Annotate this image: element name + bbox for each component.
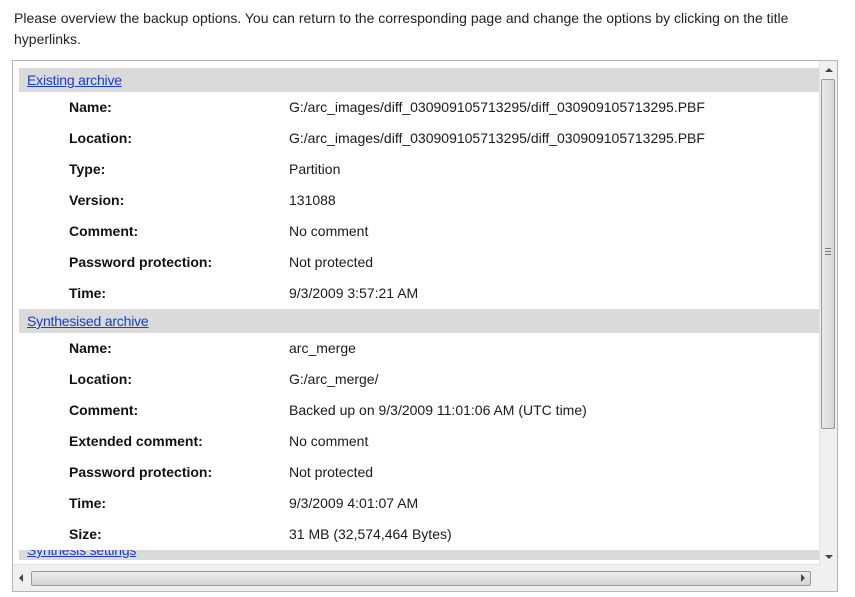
section-header-existing-archive: Existing archive — [19, 68, 821, 92]
detail-label: Location: — [69, 371, 132, 387]
grip-line — [825, 254, 831, 255]
section-header-synthesised-archive: Synthesised archive — [19, 309, 821, 333]
detail-value: G:/arc_images/diff_030909105713295/diff_… — [289, 130, 705, 146]
summary-panel: Existing archive Name: G:/arc_images/dif… — [12, 60, 838, 592]
vertical-scroll-thumb[interactable] — [821, 79, 835, 429]
grip-line — [825, 251, 831, 252]
detail-row: Password protection: Not protected — [13, 247, 821, 278]
detail-value: No comment — [289, 433, 369, 449]
horizontal-scroll-thumb[interactable] — [31, 571, 811, 586]
existing-archive-link[interactable]: Existing archive — [27, 72, 122, 88]
detail-row: Extended comment: No comment — [13, 426, 821, 457]
detail-value: 9/3/2009 3:57:21 AM — [289, 285, 419, 301]
detail-row: Name: arc_merge — [13, 333, 821, 364]
detail-row: Size: 31 MB (32,574,464 Bytes) — [13, 519, 821, 550]
detail-label: Type: — [69, 161, 106, 177]
scroll-left-button[interactable] — [13, 565, 30, 591]
detail-row: Location: G:/arc_merge/ — [13, 364, 821, 395]
synthesised-archive-link[interactable]: Synthesised archive — [27, 313, 149, 329]
down-arrow-icon — [825, 555, 833, 559]
detail-row: Type: Partition — [13, 154, 821, 185]
grip-line — [825, 248, 831, 249]
detail-value: Partition — [289, 161, 341, 177]
detail-label: Comment: — [69, 223, 139, 239]
detail-value: Not protected — [289, 254, 374, 270]
left-arrow-icon — [19, 574, 23, 582]
vertical-scrollbar[interactable] — [819, 61, 837, 566]
detail-label: Comment: — [69, 402, 139, 418]
detail-row: Time: 9/3/2009 4:01:07 AM — [13, 488, 821, 519]
scroll-right-button[interactable] — [794, 565, 811, 591]
detail-label: Location: — [69, 130, 132, 146]
detail-value: No comment — [289, 223, 369, 239]
detail-label: Extended comment: — [69, 433, 203, 449]
detail-label: Name: — [69, 340, 112, 356]
detail-value: arc_merge — [289, 340, 356, 356]
detail-row: Comment: Backed up on 9/3/2009 11:01:06 … — [13, 395, 821, 426]
intro-text: Please overview the backup options. You … — [14, 10, 789, 47]
detail-value: Not protected — [289, 464, 374, 480]
scroll-down-button[interactable] — [820, 549, 837, 566]
summary-content: Existing archive Name: G:/arc_images/dif… — [13, 61, 821, 566]
horizontal-scrollbar[interactable] — [13, 564, 821, 591]
detail-row: Password protection: Not protected — [13, 457, 821, 488]
detail-label: Password protection: — [69, 464, 213, 480]
scrollbar-corner — [820, 565, 837, 591]
detail-label: Time: — [69, 495, 107, 511]
detail-value: Backed up on 9/3/2009 11:01:06 AM (UTC t… — [289, 402, 587, 418]
synthesis-settings-link[interactable]: Synthesis settings — [27, 550, 136, 558]
detail-value: 9/3/2009 4:01:07 AM — [289, 495, 419, 511]
detail-label: Password protection: — [69, 254, 213, 270]
detail-row: Location: G:/arc_images/diff_03090910571… — [13, 123, 821, 154]
detail-label: Name: — [69, 99, 112, 115]
detail-label: Size: — [69, 526, 102, 542]
detail-row: Comment: No comment — [13, 216, 821, 247]
scroll-up-button[interactable] — [820, 61, 837, 78]
detail-row: Time: 9/3/2009 3:57:21 AM — [13, 278, 821, 309]
right-arrow-icon — [801, 574, 805, 582]
detail-row: Version: 131088 — [13, 185, 821, 216]
detail-value: 131088 — [289, 192, 336, 208]
detail-label: Version: — [69, 192, 125, 208]
detail-row: Name: G:/arc_images/diff_030909105713295… — [13, 92, 821, 123]
detail-value: 31 MB (32,574,464 Bytes) — [289, 526, 452, 542]
section-header-synthesis-settings: Synthesis settings — [19, 550, 821, 560]
detail-value: G:/arc_merge/ — [289, 371, 379, 387]
detail-label: Time: — [69, 285, 107, 301]
detail-value: G:/arc_images/diff_030909105713295/diff_… — [289, 99, 705, 115]
up-arrow-icon — [825, 68, 833, 72]
